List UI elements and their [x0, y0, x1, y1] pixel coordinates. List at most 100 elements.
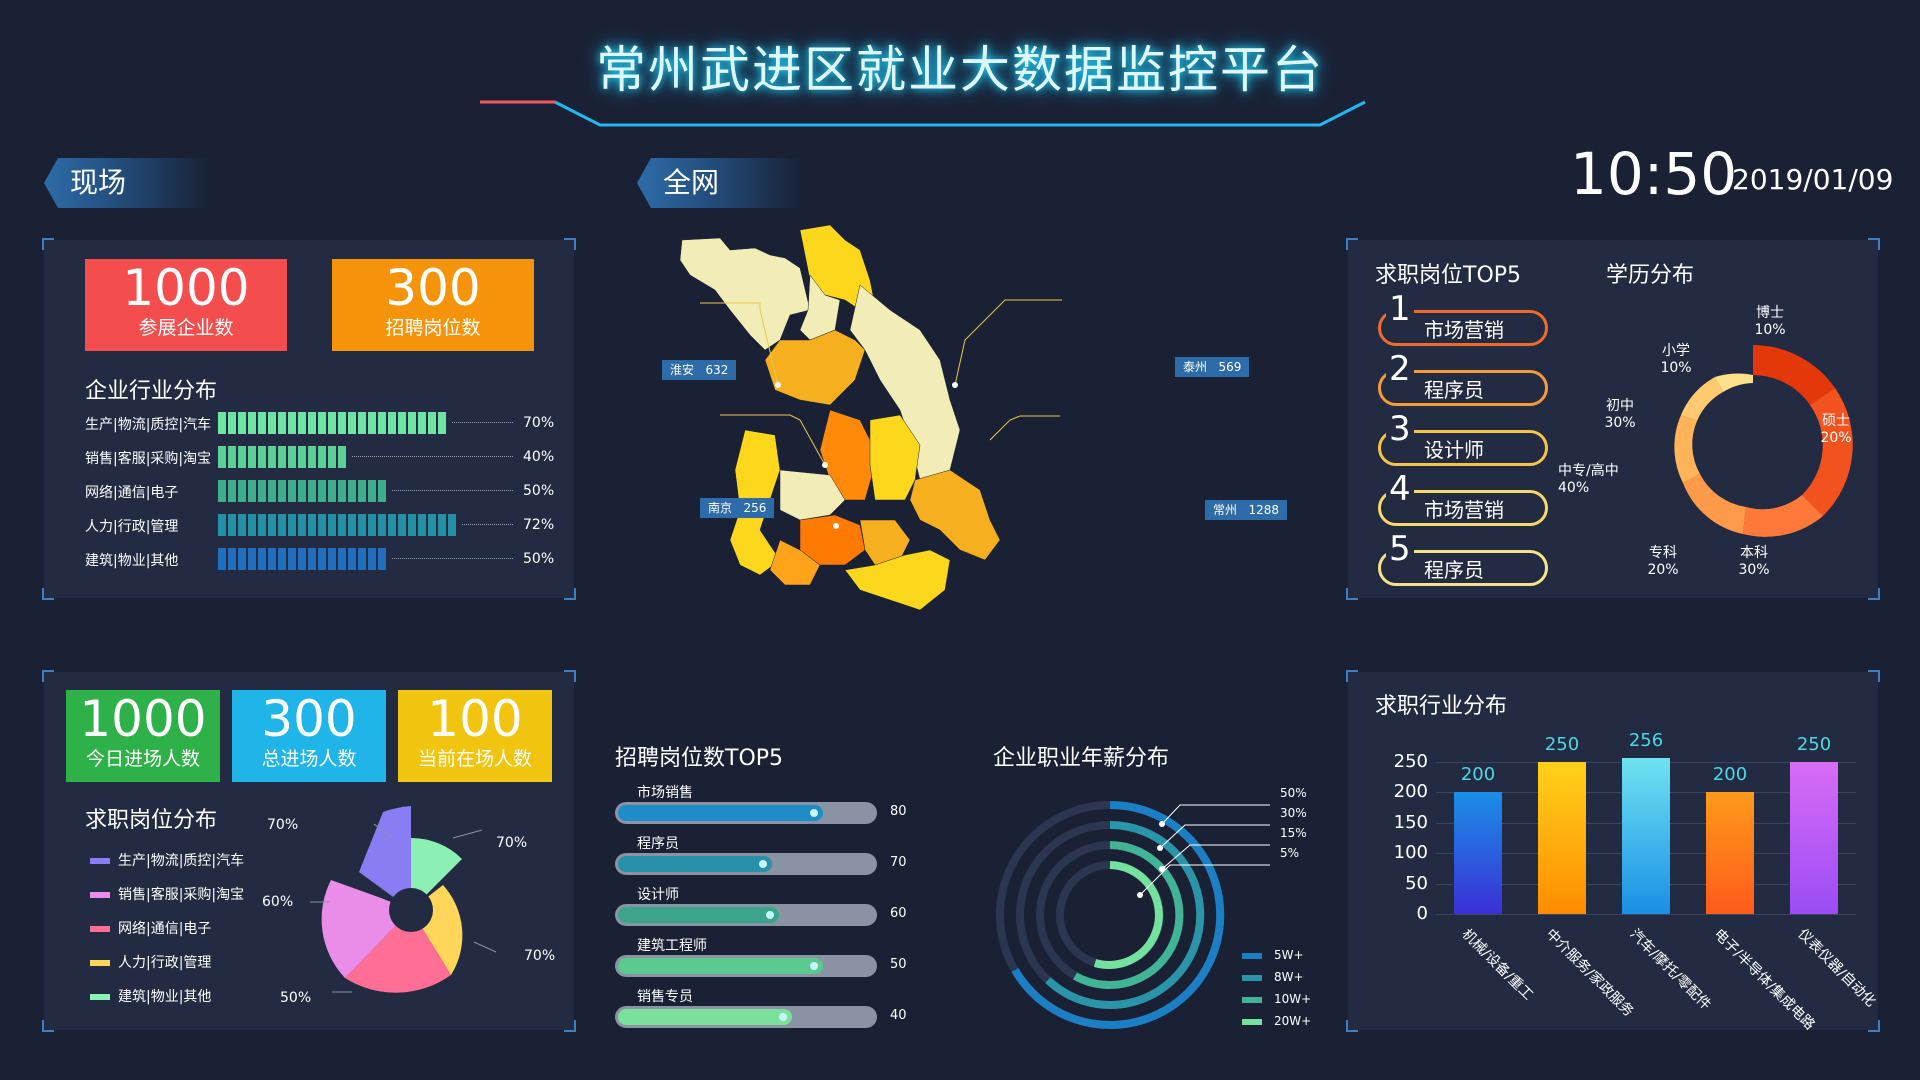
industry-bar-segment — [368, 480, 376, 502]
industry-dotted-leader — [392, 558, 513, 559]
map-region-nantong — [909, 469, 1001, 561]
recruit-progress-knob — [759, 860, 767, 868]
edu-label-primary: 小学 10% — [1660, 343, 1692, 376]
edu-label-master: 硕士 20% — [1820, 413, 1852, 446]
industry-bar-segment — [248, 412, 256, 434]
salary-legend-swatch — [1242, 997, 1262, 1003]
rose-callout-1: 70% — [267, 817, 299, 833]
industry-bar-segment — [248, 548, 256, 570]
industry-row: 网络|通信|电子 50% — [85, 480, 605, 502]
bar[interactable] — [1790, 762, 1838, 914]
legend-swatch — [90, 994, 110, 1000]
industry-bar-segment — [288, 548, 296, 570]
industry-row-pct: 72% — [523, 517, 555, 533]
recruit-progress-fill — [618, 805, 823, 821]
salary-pct-1: 50% — [1280, 786, 1307, 800]
job-top5-label: 程序员 — [1424, 558, 1484, 582]
legend-label: 销售|客服|采购|淘宝 — [118, 887, 245, 903]
industry-bar-segment — [408, 412, 416, 434]
y-tick-label: 100 — [1393, 842, 1428, 864]
x-category-label: 仪表仪器/自动化 — [1794, 926, 1879, 1011]
industry-bar-segment — [338, 548, 346, 570]
edu-label-phd: 博士 10% — [1754, 305, 1786, 338]
recruit-top5-title: 招聘岗位数TOP5 — [615, 746, 784, 771]
industry-bar-segment — [308, 514, 316, 536]
recruit-progress-track — [615, 904, 877, 926]
salary-ring-5w — [1011, 800, 1225, 1029]
recruit-progress-fill — [618, 907, 779, 923]
industry-bar-segment — [278, 446, 286, 468]
industry-bar-segment — [298, 446, 306, 468]
jiangsu-map — [679, 224, 1062, 611]
legend-label: 生产|物流|质控|汽车 — [118, 853, 245, 869]
bar-value-label: 250 — [1796, 734, 1832, 755]
recruit-row-label: 销售专员 — [637, 989, 693, 1005]
legend-swatch — [90, 960, 110, 966]
recruit-progress-knob — [810, 962, 818, 970]
industry-bar-segment — [238, 548, 246, 570]
industry-bar-segment — [238, 480, 246, 502]
industry-bar-segment — [308, 412, 316, 434]
industry-bar-segment — [258, 480, 266, 502]
job-top5-label: 设计师 — [1424, 438, 1484, 462]
header-divider — [60, 100, 1860, 127]
industry-bar-segment — [378, 548, 386, 570]
industry-bar-segment — [448, 514, 456, 536]
industry-bar-segment — [218, 446, 226, 468]
industry-bar-segment — [338, 446, 346, 468]
industry-bar-segment — [218, 412, 226, 434]
industry-bar-segment — [358, 480, 366, 502]
industry-bar-segment — [248, 514, 256, 536]
bar[interactable] — [1538, 762, 1586, 914]
clock-time: 10:50 — [1570, 140, 1738, 208]
industry-bar-segment — [418, 514, 426, 536]
salary-pct-2: 30% — [1280, 806, 1307, 820]
clock-date: 2019/01/09 — [1732, 163, 1894, 196]
job-top5-rank: 3 — [1386, 412, 1414, 446]
stat-total-visitors: 300 总进场人数 — [232, 690, 386, 782]
job-top5-rank: 5 — [1386, 532, 1414, 566]
industry-bar-segment — [228, 480, 236, 502]
recruit-progress-track — [615, 802, 877, 824]
recruit-row-label: 程序员 — [637, 836, 679, 852]
industry-dist-title: 企业行业分布 — [85, 379, 218, 404]
salary-pct-3: 15% — [1280, 826, 1307, 840]
recruit-row-label: 设计师 — [637, 887, 679, 903]
bar[interactable] — [1454, 792, 1502, 914]
x-category-label: 中介服务/家政服务 — [1542, 926, 1637, 1020]
recruit-row-value: 50 — [890, 957, 907, 972]
industry-dotted-leader — [462, 524, 513, 525]
tag-onsite[interactable]: 现场 — [44, 158, 209, 208]
bar[interactable] — [1622, 758, 1670, 914]
salary-legend: 5W+ 8W+ 10W+ 20W+ — [1242, 948, 1322, 1038]
industry-bar-segment — [238, 446, 246, 468]
industry-bar-segment — [338, 480, 346, 502]
industry-bar-segment — [378, 480, 386, 502]
industry-bar-segment — [248, 480, 256, 502]
industry-bar-segment — [298, 480, 306, 502]
industry-bar-segment — [268, 446, 276, 468]
industry-bar-segment — [308, 480, 316, 502]
industry-bar-segment — [328, 446, 336, 468]
industry-bar-segment — [338, 412, 346, 434]
recruit-row-label: 建筑工程师 — [637, 938, 707, 954]
industry-row: 人力|行政|管理 72% — [85, 514, 605, 536]
legend-label: 建筑|物业|其他 — [118, 989, 212, 1005]
recruit-row-value: 60 — [890, 906, 907, 921]
industry-bar-segment — [268, 480, 276, 502]
industry-bar-segment — [358, 514, 366, 536]
bar[interactable] — [1706, 792, 1754, 914]
industry-bar-segment — [298, 412, 306, 434]
industry-bar-segment — [358, 412, 366, 434]
job-top5-label: 市场营销 — [1424, 318, 1504, 342]
recruit-progress-track — [615, 1006, 877, 1028]
industry-bar-segment — [348, 514, 356, 536]
industry-bar-segment — [278, 412, 286, 434]
tag-network[interactable]: 全网 — [637, 158, 802, 208]
industry-bar-segment — [318, 548, 326, 570]
bar-value-label: 200 — [1460, 764, 1496, 786]
industry-bar-segment — [268, 548, 276, 570]
industry-bar-segment — [278, 514, 286, 536]
legend-swatch — [90, 858, 110, 864]
recruit-progress-knob — [766, 911, 774, 919]
